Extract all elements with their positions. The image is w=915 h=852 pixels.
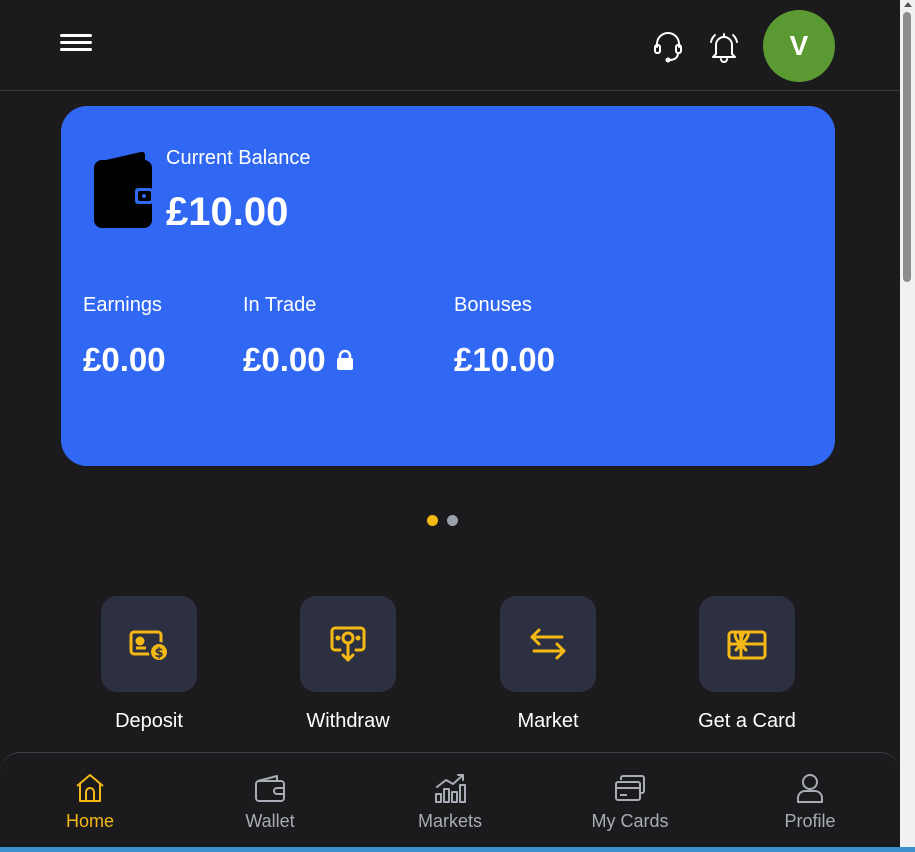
nav-home-label: Home [65, 811, 114, 831]
market-tile[interactable] [500, 596, 596, 692]
nav-wallet[interactable]: Wallet [180, 753, 360, 852]
get-a-card-tile[interactable] [699, 596, 795, 692]
home-icon [76, 774, 104, 802]
market-label: Market [517, 710, 579, 732]
menu-icon-bar [60, 48, 92, 51]
wallet-icon [94, 151, 153, 228]
deposit-button[interactable]: $ Deposit [74, 596, 224, 733]
nav-profile[interactable]: Profile [720, 753, 900, 852]
bonuses-stat: Bonuses £10.00 [454, 294, 555, 379]
deposit-label: Deposit [115, 710, 183, 732]
nav-markets[interactable]: Markets [360, 753, 540, 852]
menu-button[interactable] [58, 30, 94, 62]
deposit-icon: $ [129, 630, 169, 662]
market-button[interactable]: Market [473, 596, 623, 733]
bonuses-value: £10.00 [454, 341, 555, 378]
earnings-stat: Earnings £0.00 [83, 294, 166, 379]
earnings-value: £0.00 [83, 341, 166, 378]
withdraw-icon [330, 626, 366, 662]
exchange-icon [530, 628, 566, 660]
window-bottom-border [0, 847, 915, 852]
withdraw-label: Withdraw [306, 710, 390, 732]
scrollbar[interactable] [900, 0, 915, 852]
gift-card-icon [727, 630, 767, 660]
bonuses-label: Bonuses [454, 294, 532, 316]
earnings-label: Earnings [83, 294, 162, 316]
withdraw-tile[interactable] [300, 596, 396, 692]
menu-icon-bar [60, 34, 92, 37]
nav-my-cards[interactable]: My Cards [540, 753, 720, 852]
notification-bell-icon[interactable] [707, 30, 741, 64]
cards-icon [615, 775, 645, 801]
lock-icon [336, 349, 353, 370]
in-trade-label: In Trade [243, 294, 317, 316]
carousel-indicator [427, 515, 458, 526]
user-icon [797, 774, 823, 803]
nav-markets-label: Markets [417, 811, 482, 831]
scroll-up-arrow[interactable] [904, 2, 912, 7]
scrollbar-thumb[interactable] [903, 12, 911, 282]
deposit-tile[interactable]: $ [101, 596, 197, 692]
get-a-card-label: Get a Card [698, 710, 796, 732]
nav-home[interactable]: Home [0, 753, 180, 852]
nav-profile-label: Profile [784, 811, 836, 831]
current-balance-label: Current Balance [166, 147, 311, 169]
chart-icon [435, 774, 466, 803]
nav-my-cards-label: My Cards [591, 811, 669, 831]
svg-text:$: $ [154, 646, 163, 661]
carousel-dot-2[interactable] [447, 515, 458, 526]
get-a-card-button[interactable]: Get a Card [672, 596, 822, 733]
in-trade-stat: In Trade £0.00 [243, 294, 354, 379]
menu-icon-bar [60, 41, 92, 44]
top-header: V [0, 0, 900, 91]
current-balance-amount: £10.00 [166, 190, 289, 234]
bottom-navigation: Home Wallet Markets My Cards Profile [0, 752, 900, 852]
nav-wallet-label: Wallet [245, 811, 295, 831]
in-trade-value: £0.00 [243, 341, 326, 378]
wallet-icon [255, 775, 285, 802]
headset-support-icon[interactable] [651, 30, 685, 64]
withdraw-button[interactable]: Withdraw [273, 596, 423, 733]
user-avatar[interactable]: V [763, 10, 835, 82]
balance-card[interactable]: Current Balance £10.00 Earnings £0.00 In… [61, 106, 835, 466]
carousel-dot-1[interactable] [427, 515, 438, 526]
